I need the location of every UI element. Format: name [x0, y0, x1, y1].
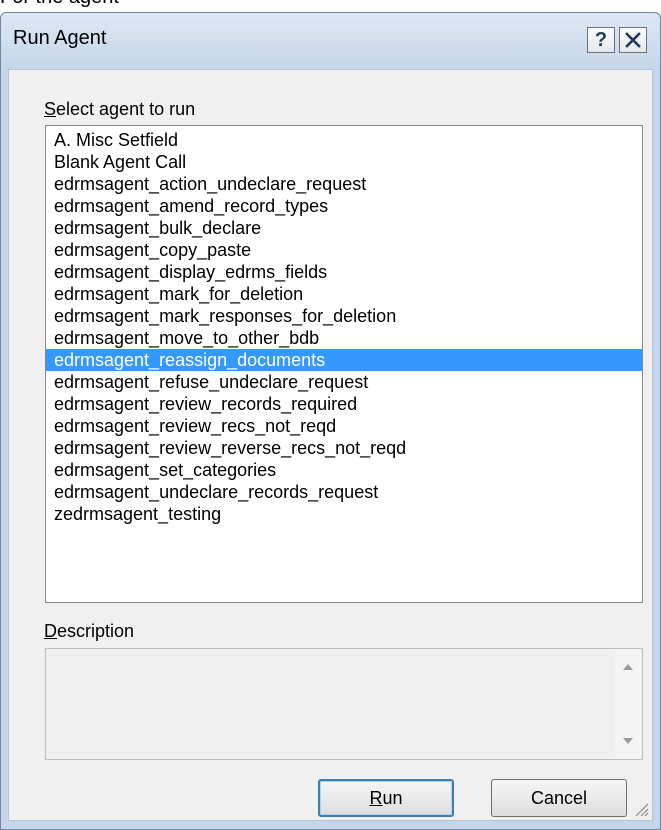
agent-list-item[interactable]: edrmsagent_reassign_documents: [46, 349, 642, 371]
run-label-accel: R: [369, 787, 383, 808]
agent-list-item[interactable]: edrmsagent_review_reverse_recs_not_reqd: [46, 437, 642, 459]
dialog-title: Run Agent: [13, 27, 107, 49]
description-label: Description: [44, 621, 134, 642]
agent-list-item[interactable]: edrmsagent_move_to_other_bdb: [46, 327, 642, 349]
screen: For the agent Run Agent ? Select agent t…: [0, 0, 661, 830]
title-bar: Run Agent ?: [1, 13, 660, 69]
close-button[interactable]: [619, 27, 647, 53]
description-box[interactable]: [45, 648, 643, 760]
resize-grip-icon[interactable]: [633, 801, 649, 817]
agent-list-item[interactable]: edrmsagent_display_edrms_fields: [46, 261, 642, 283]
help-icon: ?: [594, 29, 608, 51]
agent-list-item[interactable]: edrmsagent_mark_responses_for_deletion: [46, 305, 642, 327]
select-label-rest: elect agent to run: [56, 99, 196, 119]
agent-list-item[interactable]: Blank Agent Call: [46, 151, 642, 173]
agent-listbox[interactable]: A. Misc Setfield Blank Agent Call edrmsage…: [45, 125, 643, 603]
run-label-rest: un: [382, 787, 403, 808]
agent-list-item[interactable]: edrmsagent_review_records_required: [46, 393, 642, 415]
select-agent-label: Select agent to run: [44, 99, 195, 120]
description-label-rest: escription: [57, 621, 135, 641]
close-icon: [625, 32, 641, 48]
description-label-accel: D: [44, 621, 57, 641]
agent-list: A. Misc Setfield Blank Agent Call edrmsage…: [46, 126, 642, 525]
help-button[interactable]: ?: [587, 27, 615, 53]
select-label-accel: S: [44, 99, 57, 119]
agent-list-item[interactable]: edrmsagent_bulk_declare: [46, 217, 642, 239]
agent-list-item[interactable]: edrmsagent_action_undeclare_request: [46, 173, 642, 195]
run-button[interactable]: Run: [318, 779, 454, 817]
scroll-up-button[interactable]: [615, 656, 641, 678]
agent-list-item[interactable]: edrmsagent_amend_record_types: [46, 195, 642, 217]
agent-list-item[interactable]: edrmsagent_set_categories: [46, 459, 642, 481]
dialog-body: Select agent to run A. Misc Setfield Blan…: [8, 69, 653, 821]
agent-list-item[interactable]: edrmsagent_mark_for_deletion: [46, 283, 642, 305]
agent-list-item[interactable]: edrmsagent_copy_paste: [46, 239, 642, 261]
run-agent-dialog: Run Agent ? Select agent to run A. Misc …: [0, 12, 661, 830]
agent-list-item[interactable]: edrmsagent_refuse_undeclare_request: [46, 371, 642, 393]
cancel-button[interactable]: Cancel: [491, 779, 627, 817]
triangle-up-icon: [623, 664, 633, 670]
description-scrollbar[interactable]: [615, 650, 641, 758]
agent-list-item[interactable]: zedrmsagent_testing: [46, 503, 642, 525]
triangle-down-icon: [623, 738, 633, 744]
scroll-down-button[interactable]: [615, 730, 641, 752]
agent-list-item[interactable]: A. Misc Setfield: [46, 129, 642, 151]
agent-list-item[interactable]: edrmsagent_undeclare_records_request: [46, 481, 642, 503]
background-page-text: For the agent: [0, 0, 119, 9]
agent-list-item[interactable]: edrmsagent_review_recs_not_reqd: [46, 415, 642, 437]
